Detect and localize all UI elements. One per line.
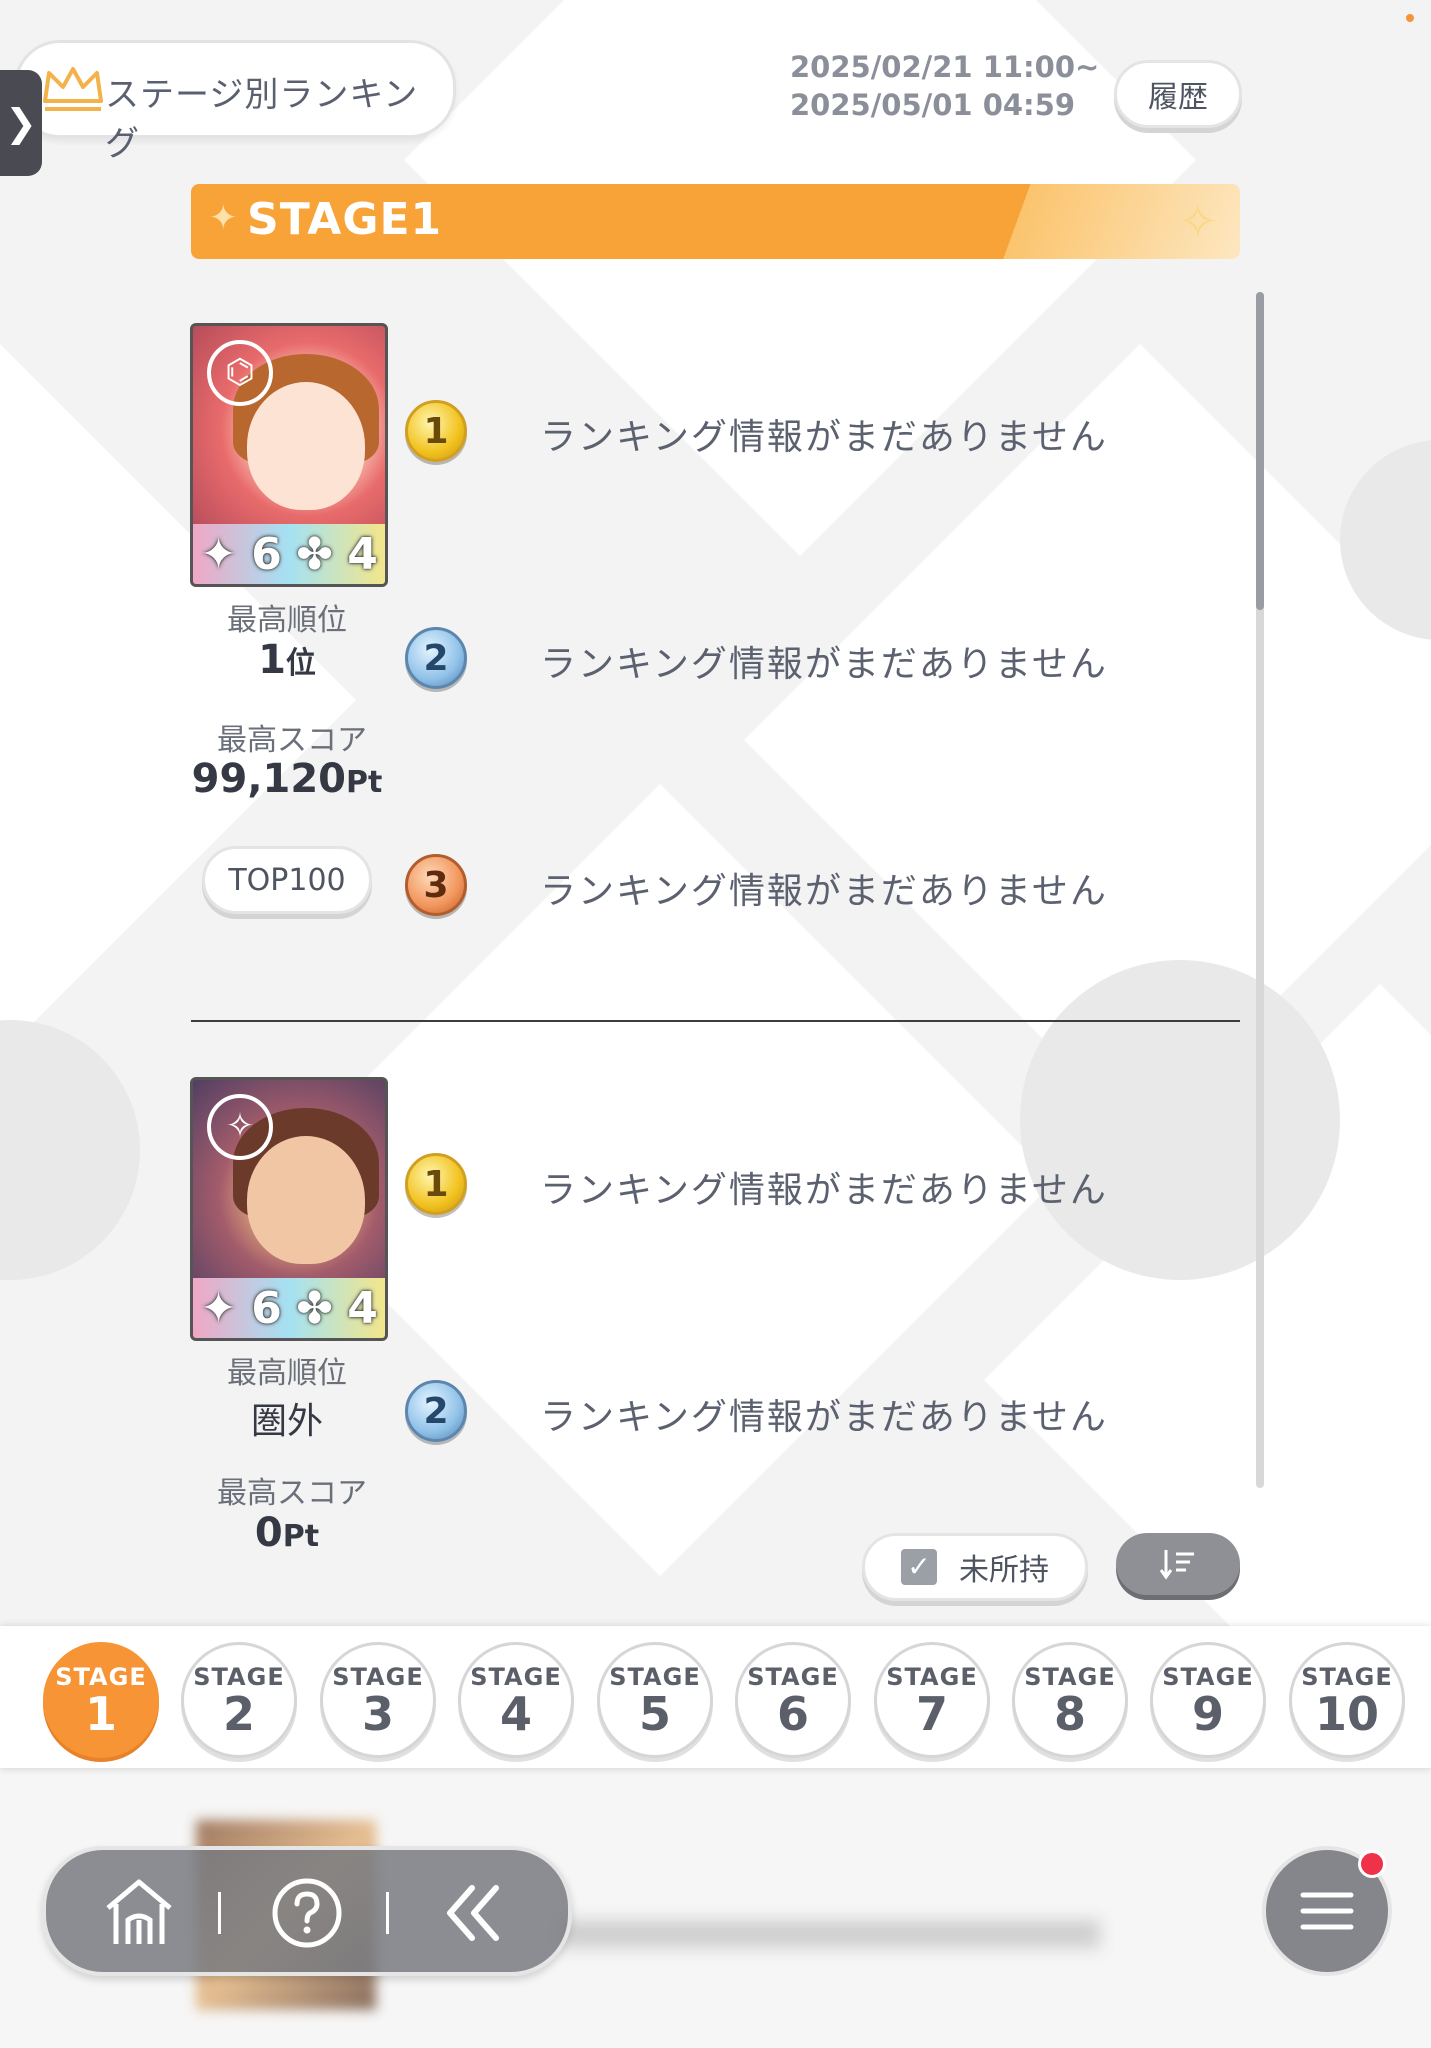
- stage-10-button[interactable]: STAGE 10: [1289, 1642, 1405, 1758]
- stage-header: ✦ STAGE1 ✧: [191, 184, 1240, 259]
- stage-2-button[interactable]: STAGE 2: [181, 1642, 297, 1758]
- sort-button[interactable]: [1116, 1533, 1240, 1595]
- clover-icon: ✤: [296, 1282, 333, 1334]
- crown-icon: [43, 67, 103, 111]
- title-pill: ステージ別ランキング: [14, 40, 456, 164]
- sparkle-icon: ✦: [200, 528, 237, 580]
- home-icon[interactable]: [96, 1870, 182, 1956]
- sort-icon: [1159, 1550, 1194, 1580]
- stage-9-button[interactable]: STAGE 9: [1150, 1642, 1266, 1758]
- star-icon: ✦: [209, 198, 238, 238]
- card-rarity: 6: [251, 1282, 282, 1334]
- ranking-empty-text: ランキング情報がまだありません: [540, 871, 1108, 912]
- best-score-value: 99,120Pt: [191, 756, 383, 802]
- ranking-empty-text: ランキング情報がまだありません: [540, 417, 1108, 458]
- scrollbar-thumb[interactable]: [1256, 292, 1264, 610]
- ranking-empty-text: ランキング情報がまだありません: [540, 1397, 1108, 1438]
- stage-1-button[interactable]: STAGE 1: [43, 1642, 159, 1758]
- best-rank-value: 圏外: [250, 1401, 323, 1442]
- blurred-text: [560, 1920, 1100, 1948]
- sparkle-icon: ✦: [200, 1282, 237, 1334]
- best-rank-label: 最高順位: [227, 1356, 347, 1391]
- rank-1-medal-icon: 1: [405, 400, 467, 462]
- menu-icon: [1300, 1892, 1354, 1930]
- clover-icon: ✤: [296, 528, 333, 580]
- entry-divider: [191, 1020, 1240, 1022]
- rank-1-medal-icon: 1: [405, 1153, 467, 1215]
- ranking-empty-text: ランキング情報がまだありません: [540, 1170, 1108, 1211]
- best-score-label: 最高スコア: [217, 723, 367, 758]
- stage-6-button[interactable]: STAGE 6: [735, 1642, 851, 1758]
- checkbox-icon[interactable]: ✓: [901, 1549, 937, 1585]
- notification-dot: [1406, 14, 1414, 22]
- side-drawer-tab[interactable]: ❯: [0, 70, 42, 176]
- history-button[interactable]: 履歴: [1114, 60, 1242, 128]
- best-score-label: 最高スコア: [217, 1476, 367, 1511]
- back-icon[interactable]: [430, 1870, 516, 1956]
- card-stats: ✦ 6 ✤ 4: [193, 524, 385, 584]
- best-score-value: 0Pt: [254, 1510, 320, 1556]
- period-end: 2025/05/01 04:59: [790, 88, 1076, 122]
- card-type-icon: ⌬: [207, 340, 273, 406]
- help-icon[interactable]: [264, 1870, 350, 1956]
- rank-2-medal-icon: 2: [405, 1380, 467, 1442]
- top100-button[interactable]: TOP100: [202, 846, 372, 914]
- rank-3-medal-icon: 3: [405, 854, 467, 916]
- card-level: 4: [347, 528, 378, 580]
- card-type-icon: ✧: [207, 1094, 273, 1160]
- sparkle-icon: ✧: [1177, 194, 1218, 250]
- bottom-nav: [42, 1846, 572, 1976]
- stage-title: STAGE1: [247, 194, 443, 245]
- best-rank-label: 最高順位: [227, 603, 347, 638]
- stage-4-button[interactable]: STAGE 4: [458, 1642, 574, 1758]
- unowned-label: 未所持: [959, 1553, 1049, 1588]
- event-period: 2025/02/21 11:00~ 2025/05/01 04:59: [790, 48, 1099, 124]
- idol-card[interactable]: ⌬ ✦ 6 ✤ 4: [190, 323, 388, 587]
- best-rank-value: 1位: [258, 637, 316, 683]
- stage-3-button[interactable]: STAGE 3: [320, 1642, 436, 1758]
- rank-2-medal-icon: 2: [405, 627, 467, 689]
- card-stats: ✦ 6 ✤ 4: [193, 1278, 385, 1338]
- menu-notification-badge: [1358, 1850, 1386, 1878]
- card-rarity: 6: [251, 528, 282, 580]
- stage-8-button[interactable]: STAGE 8: [1012, 1642, 1128, 1758]
- unowned-filter-toggle[interactable]: ✓ 未所持: [862, 1533, 1088, 1601]
- idol-card[interactable]: ✧ ✦ 6 ✤ 4: [190, 1077, 388, 1341]
- stage-5-button[interactable]: STAGE 5: [597, 1642, 713, 1758]
- stage-selector: STAGE 1 STAGE 2 STAGE 3 STAGE 4 STAGE 5 STAGE…: [0, 1626, 1431, 1768]
- period-start: 2025/02/21 11:00~: [790, 50, 1100, 84]
- card-level: 4: [347, 1282, 378, 1334]
- page-title: ステージ別ランキング: [105, 75, 419, 164]
- ranking-empty-text: ランキング情報がまだありません: [540, 644, 1108, 685]
- stage-7-button[interactable]: STAGE 7: [874, 1642, 990, 1758]
